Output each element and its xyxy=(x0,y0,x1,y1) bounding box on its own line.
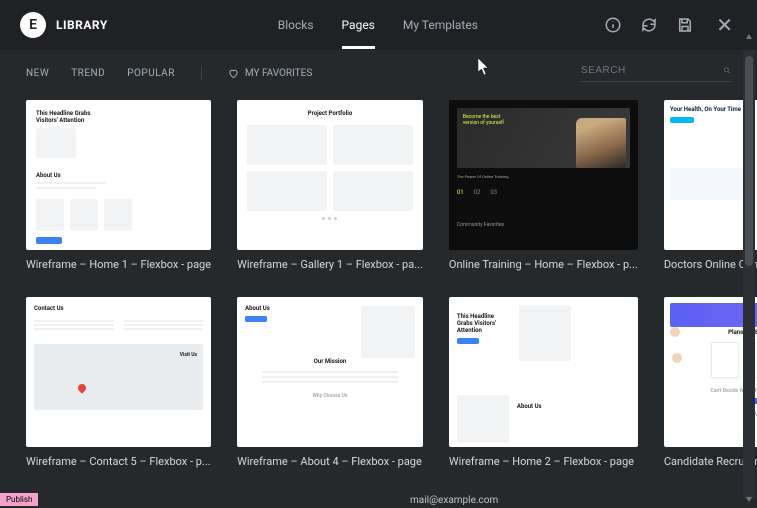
thumb-headline: This Headline Grabs Visitors' Attention xyxy=(36,110,91,124)
favorites-label: MY FAVORITES xyxy=(245,68,312,79)
template-thumb: About Us Our Mission Why Choose Us xyxy=(237,297,423,447)
thumb-headline: Contact Us xyxy=(34,305,203,312)
thumb-sub: The Power Of Online Training xyxy=(457,174,630,179)
search-icon xyxy=(723,64,731,77)
elementor-logo-icon: E xyxy=(20,12,46,38)
filter-favorites[interactable]: MY FAVORITES xyxy=(228,68,312,79)
filter-bar: NEW TREND POPULAR MY FAVORITES xyxy=(0,50,757,92)
template-card[interactable]: Contact Us Visit Us Wireframe – Contact … xyxy=(26,297,211,468)
library-header: E LIBRARY Blocks Pages My Templates ✕ xyxy=(0,0,757,50)
template-thumb: Contact Us Visit Us xyxy=(26,297,211,447)
template-card[interactable]: Become the best version of yourself The … xyxy=(449,100,638,271)
email-ghost: mail@example.com xyxy=(410,495,498,506)
template-title: Online Training – Home – Flexbox - p... xyxy=(449,258,638,271)
thumb-about: About Us xyxy=(36,172,201,179)
template-title: Wireframe – Home 1 – Flexbox - page xyxy=(26,258,211,271)
template-card[interactable]: Project Portfolio Wireframe – Gallery 1 … xyxy=(237,100,423,271)
header-tabs: Blocks Pages My Templates xyxy=(278,1,478,49)
search-field[interactable] xyxy=(581,64,731,82)
thumb-num: 02 xyxy=(474,189,481,196)
scrollbar-thumb[interactable] xyxy=(745,56,753,266)
template-title: Wireframe – Home 2 – Flexbox - page xyxy=(449,455,638,468)
thumb-about: About Us xyxy=(517,403,542,410)
template-thumb: Become the best version of yourself The … xyxy=(449,100,638,250)
template-title: Wireframe – About 4 – Flexbox - page xyxy=(237,455,423,468)
thumb-num: 01 xyxy=(457,189,464,196)
scroll-up-icon[interactable] xyxy=(746,34,752,39)
templates-scroll[interactable]: This Headline Grabs Visitors' Attention … xyxy=(0,92,757,508)
template-title: Wireframe – Gallery 1 – Flexbox - pa... xyxy=(237,258,423,271)
tab-my-templates[interactable]: My Templates xyxy=(403,1,478,49)
tab-blocks[interactable]: Blocks xyxy=(278,1,314,49)
thumb-headline: Project Portfolio xyxy=(247,110,413,117)
template-thumb: Project Portfolio xyxy=(237,100,423,250)
template-thumb: This Headline Grabs Visitors' Attention … xyxy=(449,297,638,447)
logo: E LIBRARY xyxy=(20,12,108,38)
thumb-mission: Our Mission xyxy=(245,358,415,365)
publish-button-ghost: Publish xyxy=(0,493,38,506)
template-thumb: This Headline Grabs Visitors' Attention … xyxy=(26,100,211,250)
save-icon[interactable] xyxy=(676,16,694,34)
info-icon[interactable] xyxy=(604,16,622,34)
heart-icon xyxy=(228,68,239,79)
header-actions: ✕ xyxy=(604,13,737,37)
thumb-headline: Become the best version of yourself xyxy=(463,114,513,126)
scrollbar[interactable] xyxy=(743,50,755,498)
filter-trend[interactable]: TREND xyxy=(71,68,105,79)
thumb-sec: Community Favorites xyxy=(457,222,630,228)
library-title: LIBRARY xyxy=(56,18,108,32)
template-card[interactable]: This Headline Grabs Visitors' Attention … xyxy=(449,297,638,468)
thumb-headline: This Headline Grabs Visitors' Attention xyxy=(457,313,511,334)
tab-pages[interactable]: Pages xyxy=(342,1,375,49)
filter-new[interactable]: NEW xyxy=(26,68,49,79)
template-title: Wireframe – Contact 5 – Flexbox - p... xyxy=(26,455,211,468)
scroll-down-icon[interactable] xyxy=(746,497,752,502)
thumb-visit: Visit Us xyxy=(180,352,197,358)
template-card[interactable]: This Headline Grabs Visitors' Attention … xyxy=(26,100,211,271)
template-card[interactable]: About Us Our Mission Why Choose Us Wiref… xyxy=(237,297,423,468)
background-editor: Publish mail@example.com xyxy=(0,493,38,506)
filter-popular[interactable]: POPULAR xyxy=(127,68,175,79)
thumb-why: Why Choose Us xyxy=(245,393,415,399)
search-input[interactable] xyxy=(581,65,713,76)
close-icon[interactable]: ✕ xyxy=(712,13,737,37)
filter-divider xyxy=(201,66,202,80)
thumb-num: 03 xyxy=(490,189,497,196)
refresh-icon[interactable] xyxy=(640,16,658,34)
templates-grid: This Headline Grabs Visitors' Attention … xyxy=(26,100,731,468)
